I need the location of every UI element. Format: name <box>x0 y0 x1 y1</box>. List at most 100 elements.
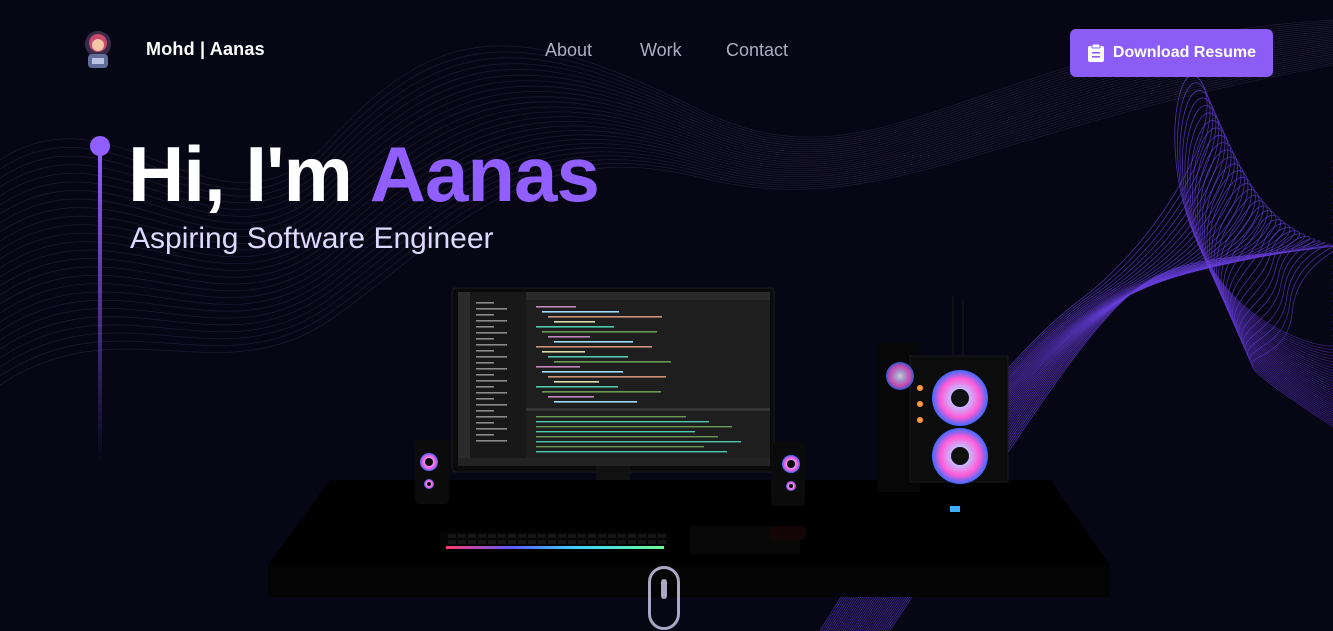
keyboard-key <box>658 540 666 544</box>
code-line <box>542 331 657 333</box>
file-tree-line <box>476 374 494 376</box>
file-tree-line <box>476 362 494 364</box>
rail-dot <box>90 136 110 156</box>
file-tree-line <box>476 326 494 328</box>
code-line <box>542 371 623 373</box>
keyboard-key <box>508 540 516 544</box>
keyboard-key <box>648 534 656 538</box>
keyboard-key <box>528 540 536 544</box>
file-tree-line <box>476 338 494 340</box>
code-line <box>554 401 637 403</box>
mouse-scroll-icon <box>661 579 667 599</box>
file-tree-line <box>476 404 507 406</box>
keyboard-key <box>588 540 596 544</box>
file-tree-line <box>476 380 507 382</box>
file-tree-line <box>476 440 507 442</box>
brand-separator: | <box>194 39 206 59</box>
file-tree-line <box>476 320 507 322</box>
keyboard-key <box>578 534 586 538</box>
code-line <box>548 336 590 338</box>
right-speaker <box>771 442 805 506</box>
nav-work[interactable]: Work <box>640 40 682 61</box>
keyboard-key <box>478 534 486 538</box>
terminal-line <box>536 441 741 443</box>
terminal-line <box>536 436 718 438</box>
keyboard-key <box>498 534 506 538</box>
hero-tagline: Aspiring Software Engineer <box>130 222 494 255</box>
code-line <box>554 381 599 383</box>
pc-tower <box>878 296 1009 512</box>
terminal-line <box>536 421 709 423</box>
keyboard-key <box>618 540 626 544</box>
file-tree-line <box>476 398 494 400</box>
desk-mouse <box>770 526 806 540</box>
code-line <box>536 386 618 388</box>
desk-front <box>268 565 1110 597</box>
keyboard-key <box>528 534 536 538</box>
keyboard-key <box>568 534 576 538</box>
download-resume-label: Download Resume <box>1112 44 1257 61</box>
code-line <box>536 326 614 328</box>
terminal-line <box>536 426 732 428</box>
nav-contact[interactable]: Contact <box>726 40 788 61</box>
keyboard-key <box>608 540 616 544</box>
file-tree-line <box>476 392 507 394</box>
code-line <box>548 376 666 378</box>
file-tree-line <box>476 386 494 388</box>
keyboard-key <box>468 540 476 544</box>
monitor-stand <box>596 466 630 480</box>
brand-last: Aanas <box>209 39 265 59</box>
left-speaker <box>415 440 449 504</box>
keyboard-key <box>448 534 456 538</box>
keyboard-key <box>578 540 586 544</box>
hero-name: Aanas <box>369 130 600 218</box>
code-line <box>536 366 580 368</box>
keyboard-key <box>598 534 606 538</box>
keyboard-key <box>638 540 646 544</box>
desk-setup-illustration <box>268 287 1110 597</box>
code-line <box>542 311 619 313</box>
keyboard-key <box>508 534 516 538</box>
keyboard-key <box>618 534 626 538</box>
brand-name[interactable]: Mohd | Aanas <box>146 39 265 60</box>
keyboard-key <box>538 540 546 544</box>
hero-title: Hi, I'm Aanas <box>128 126 600 222</box>
file-tree-line <box>476 428 507 430</box>
code-line <box>542 391 661 393</box>
keyboard-key <box>628 534 636 538</box>
file-tree-line <box>476 302 494 304</box>
keyboard-key <box>518 540 526 544</box>
file-tree-line <box>476 422 494 424</box>
clipboard-icon <box>1087 43 1104 62</box>
file-tree-line <box>476 308 507 310</box>
file-tree-line <box>476 350 494 352</box>
code-line <box>554 361 671 363</box>
keyboard-led <box>446 546 664 549</box>
nav-about[interactable]: About <box>545 40 592 61</box>
keyboard-key <box>648 540 656 544</box>
keyboard-key <box>458 540 466 544</box>
desk-top <box>268 480 1110 565</box>
file-tree-line <box>476 314 494 316</box>
file-tree-line <box>476 416 507 418</box>
file-tree-line <box>476 434 494 436</box>
code-line <box>542 351 585 353</box>
logo-avatar[interactable] <box>80 28 116 72</box>
scroll-indicator[interactable] <box>648 566 680 630</box>
file-tree-line <box>476 410 494 412</box>
download-resume-button[interactable]: Download Resume <box>1070 29 1273 77</box>
terminal-line <box>536 431 695 433</box>
terminal-line <box>536 446 704 448</box>
brand-first: Mohd <box>146 39 195 59</box>
code-line <box>536 306 576 308</box>
keyboard-key <box>558 534 566 538</box>
file-tree-line <box>476 332 507 334</box>
keyboard-key <box>448 540 456 544</box>
keyboard-key <box>598 540 606 544</box>
code-line <box>548 396 594 398</box>
hero-greeting: Hi, I'm <box>128 130 370 218</box>
keyboard-key <box>458 534 466 538</box>
code-line <box>548 356 628 358</box>
keyboard-key <box>658 534 666 538</box>
keyboard-key <box>588 534 596 538</box>
